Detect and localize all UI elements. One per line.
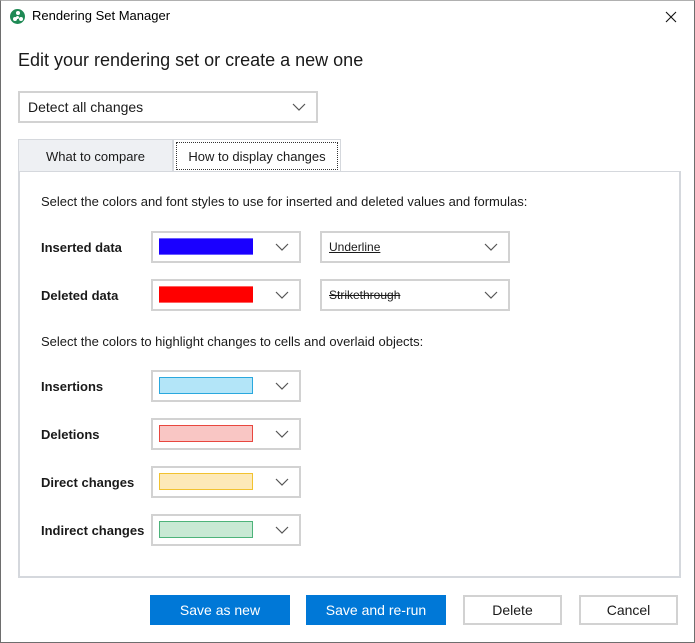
close-button[interactable] — [648, 1, 694, 32]
chevron-down-icon — [275, 526, 289, 534]
chevron-down-icon — [275, 243, 289, 251]
indirect-changes-color-swatch — [159, 521, 253, 538]
title-bar: Rendering Set Manager — [1, 1, 694, 32]
chevron-down-icon — [275, 478, 289, 486]
chevron-down-icon — [275, 291, 289, 299]
chevron-down-icon — [292, 103, 306, 111]
direct-changes-color-swatch — [159, 473, 253, 490]
tab-label: How to display changes — [188, 149, 326, 164]
deleted-data-font-style-value: Strikethrough — [329, 288, 401, 302]
insertions-color-picker[interactable] — [151, 370, 301, 402]
direct-changes-label: Direct changes — [41, 475, 135, 490]
close-icon — [665, 11, 677, 22]
tab-how-to-display-changes[interactable]: How to display changes — [173, 139, 341, 173]
font-section-description: Select the colors and font styles to use… — [41, 194, 528, 209]
app-logo-icon — [10, 9, 25, 24]
page-title: Edit your rendering set or create a new … — [18, 50, 364, 70]
deleted-data-color-swatch — [159, 286, 253, 303]
tab-what-to-compare[interactable]: What to compare — [18, 139, 173, 172]
save-as-new-button[interactable]: Save as new — [150, 595, 290, 625]
save-and-rerun-button[interactable]: Save and re-run — [306, 595, 446, 625]
chevron-down-icon — [484, 291, 498, 299]
insertions-color-swatch — [159, 377, 253, 394]
chevron-down-icon — [484, 243, 498, 251]
chevron-down-icon — [275, 382, 289, 390]
tab-label: What to compare — [46, 148, 145, 164]
cancel-button[interactable]: Cancel — [579, 595, 678, 625]
delete-button[interactable]: Delete — [463, 595, 562, 625]
deleted-data-font-style-dropdown[interactable]: Strikethrough — [320, 279, 510, 311]
indirect-changes-color-picker[interactable] — [151, 514, 301, 546]
display-changes-panel: Select the colors and font styles to use… — [18, 171, 681, 578]
insertions-label: Insertions — [41, 379, 104, 394]
inserted-data-color-swatch — [159, 238, 253, 255]
inserted-data-font-style-value: Underline — [329, 240, 381, 254]
rendering-set-dropdown[interactable]: Detect all changes — [18, 91, 318, 123]
direct-changes-color-picker[interactable] — [151, 466, 301, 498]
deletions-label: Deletions — [41, 427, 100, 442]
inserted-data-color-picker[interactable] — [151, 231, 301, 263]
window-title: Rendering Set Manager — [32, 8, 171, 23]
inserted-data-font-style-dropdown[interactable]: Underline — [320, 231, 510, 263]
highlight-section-description: Select the colors to highlight changes t… — [41, 334, 424, 349]
indirect-changes-label: Indirect changes — [41, 523, 145, 538]
deletions-color-swatch — [159, 425, 253, 442]
rendering-set-selected-value: Detect all changes — [28, 99, 144, 115]
rendering-set-manager-window: Rendering Set Manager Edit your renderin… — [0, 0, 695, 643]
deleted-data-label: Deleted data — [41, 288, 119, 303]
chevron-down-icon — [275, 430, 289, 438]
inserted-data-label: Inserted data — [41, 240, 122, 255]
deletions-color-picker[interactable] — [151, 418, 301, 450]
deleted-data-color-picker[interactable] — [151, 279, 301, 311]
